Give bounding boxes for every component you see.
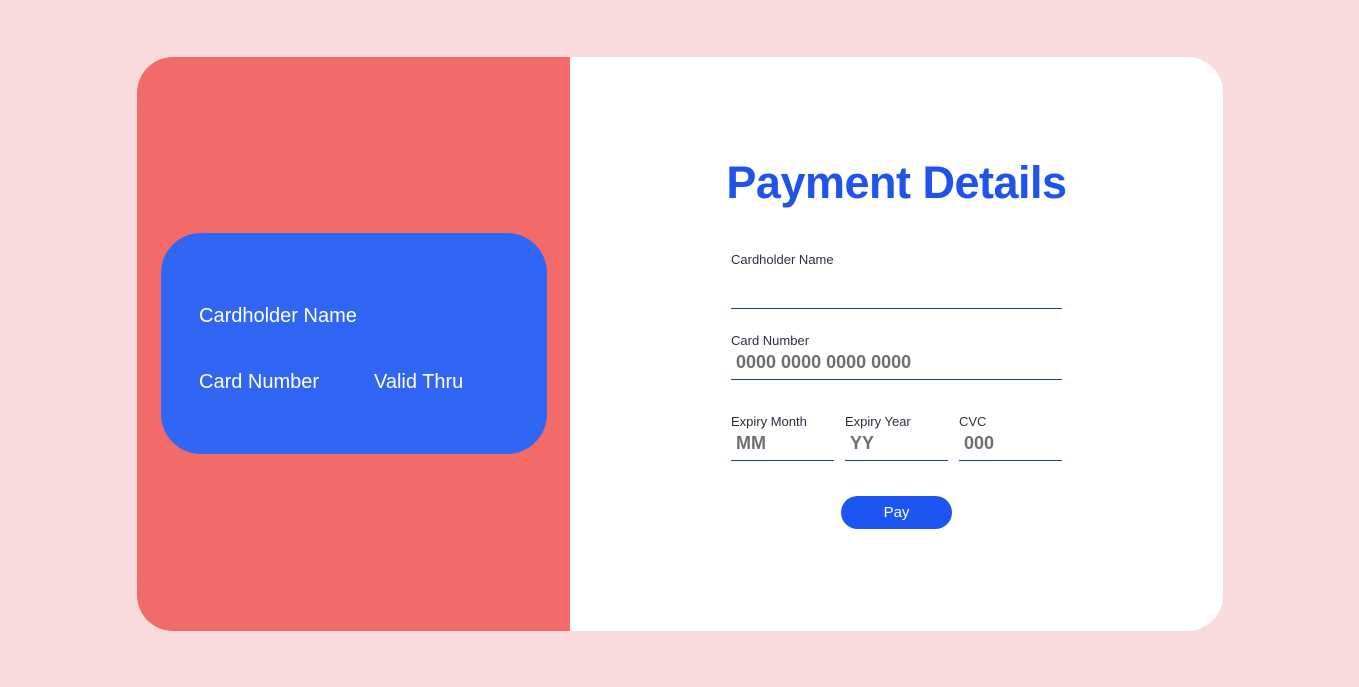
cvc-field: CVC: [959, 414, 1062, 461]
expiry-month-label: Expiry Month: [731, 414, 807, 429]
card-preview-valid-thru: Valid Thru: [374, 371, 464, 393]
expiry-month-field: Expiry Month: [731, 414, 834, 461]
payment-form-panel: Payment Details Cardholder Name Card Num…: [570, 57, 1223, 631]
card-number-label: Card Number: [731, 333, 810, 348]
card-preview-card-number: Card Number: [199, 371, 320, 393]
pay-button[interactable]: Pay: [841, 496, 952, 529]
expiry-year-field: Expiry Year: [845, 414, 948, 461]
card-number-input[interactable]: [731, 350, 1062, 380]
cvc-input[interactable]: [959, 431, 1062, 461]
cardholder-name-label: Cardholder Name: [731, 252, 834, 267]
expiry-year-label: Expiry Year: [845, 414, 911, 429]
expiry-month-input[interactable]: [731, 431, 834, 461]
expiry-year-input[interactable]: [845, 431, 948, 461]
credit-card-preview: Cardholder Name Card Number Valid Thru: [161, 233, 547, 454]
cardholder-name-field: Cardholder Name: [731, 252, 1062, 309]
cvc-label: CVC: [959, 414, 987, 429]
card-preview-cardholder-name: Cardholder Name: [199, 305, 357, 327]
page-title: Payment Details: [726, 157, 1067, 208]
cardholder-name-input[interactable]: [731, 279, 1062, 309]
card-preview-panel: Cardholder Name Card Number Valid Thru: [137, 57, 570, 631]
card-number-field: Card Number: [731, 333, 1062, 380]
payment-container: Cardholder Name Card Number Valid Thru P…: [137, 57, 1223, 631]
